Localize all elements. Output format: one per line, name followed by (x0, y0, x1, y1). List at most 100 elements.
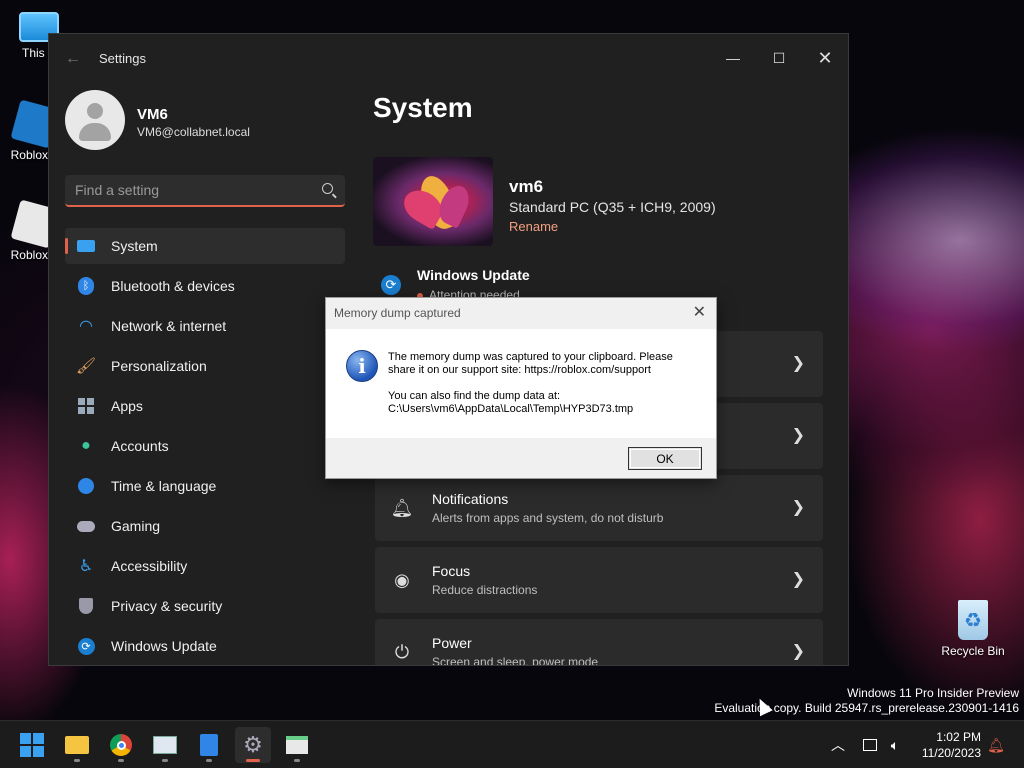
dialog-message-line2: You can also find the dump data at: C:\U… (388, 390, 634, 415)
taskbar-task-manager[interactable] (147, 727, 183, 763)
card-subtitle: Reduce distractions (432, 583, 538, 597)
sidebar-item-bluetooth[interactable]: ᛒ Bluetooth & devices (65, 268, 345, 304)
gamepad-icon (77, 517, 95, 535)
sidebar-item-label: Accounts (111, 438, 169, 454)
search-icon[interactable] (322, 183, 333, 194)
taskbar-chrome[interactable] (103, 727, 139, 763)
wifi-icon: ◠ (79, 318, 93, 335)
chrome-icon (110, 734, 132, 756)
card-title: Power (432, 635, 472, 651)
network-tray-button[interactable] (858, 721, 882, 768)
dialog-close-button[interactable]: ✕ (693, 302, 706, 322)
settings-card-power[interactable]: ⏻ Power Screen and sleep, power mode ❯ (375, 619, 823, 666)
file-explorer-icon (65, 736, 89, 754)
focus-icon: ◉ (394, 569, 410, 590)
sidebar-item-accessibility[interactable]: ♿ Accessibility (65, 548, 345, 584)
card-title: Notifications (432, 491, 509, 507)
windows-update-title[interactable]: Windows Update (417, 267, 530, 283)
sidebar-item-privacy[interactable]: Privacy & security (65, 588, 345, 624)
card-title: Focus (432, 563, 471, 579)
accessibility-icon: ♿ (78, 558, 94, 575)
search-input[interactable] (75, 182, 305, 198)
sidebar-item-network[interactable]: ◠ Network & internet (65, 308, 345, 344)
bell-icon: 🔔︎ (390, 497, 414, 518)
taskbar-app-window[interactable] (279, 727, 315, 763)
bluetooth-icon: ᛒ (77, 277, 95, 295)
back-arrow-icon[interactable]: ← (65, 50, 81, 68)
network-icon (863, 739, 877, 751)
dialog-body: i The memory dump was captured to your c… (326, 329, 716, 438)
minimize-button[interactable]: — (710, 42, 756, 74)
globe-clock-icon (77, 477, 95, 495)
show-hidden-icons-button[interactable]: ︿ (828, 721, 848, 768)
chevron-right-icon: ❯ (791, 355, 805, 372)
maximize-button[interactable]: ☐ (756, 42, 802, 74)
rename-link[interactable]: Rename (509, 219, 558, 234)
close-button[interactable]: ✕ (802, 42, 848, 74)
user-email: VM6@collabnet.local (137, 125, 250, 139)
sidebar-item-label: Time & language (111, 478, 217, 494)
sidebar-item-system[interactable]: System (65, 228, 345, 264)
sidebar-item-gaming[interactable]: Gaming (65, 508, 345, 544)
app-title: Settings (99, 51, 146, 66)
sidebar-item-label: Windows Update (111, 638, 217, 654)
sidebar-item-label: Network & internet (111, 318, 227, 334)
taskbar-file-explorer[interactable] (59, 727, 95, 763)
shield-icon (77, 597, 95, 615)
card-subtitle: Screen and sleep, power mode (432, 655, 599, 666)
taskbar-notepad[interactable] (191, 727, 227, 763)
taskbar: ⚙ ︿ 🔈︎ 1:02 PM 11/20/2023 🔔︎ (0, 720, 1024, 768)
bell-icon: 🔔︎ (987, 736, 1005, 753)
sidebar-item-label: Accessibility (111, 558, 188, 574)
device-name: vm6 (509, 177, 544, 196)
clock-time: 1:02 PM (936, 730, 981, 744)
notepad-icon (200, 734, 218, 756)
desktop-icon-label: Recycle Bin (941, 644, 1005, 658)
sidebar-item-personalization[interactable]: 🖌 Personalization (65, 348, 345, 384)
start-button[interactable] (14, 727, 50, 763)
card-subtitle: Alerts from apps and system, do not dist… (432, 511, 664, 525)
dialog-title: Memory dump captured (334, 306, 461, 320)
person-icon: ● (81, 437, 91, 454)
sidebar-item-apps[interactable]: Apps (65, 388, 345, 424)
settings-card-notifications[interactable]: 🔔︎ Notifications Alerts from apps and sy… (375, 475, 823, 541)
info-icon: i (346, 350, 378, 382)
volume-muted-icon: 🔈︎ (890, 736, 900, 753)
search-box (65, 175, 345, 207)
dialog-message-line1: The memory dump was captured to your cli… (388, 351, 673, 376)
device-model: Standard PC (Q35 + ICH9, 2009) (509, 199, 716, 215)
clock-date: 11/20/2023 (921, 746, 981, 760)
brush-icon: 🖌 (75, 358, 97, 375)
update-icon: ⟳ (77, 637, 95, 655)
volume-tray-button[interactable]: 🔈︎ (884, 721, 906, 768)
task-manager-icon (153, 736, 177, 754)
system-icon (77, 237, 95, 255)
user-name: VM6 (137, 106, 168, 123)
chevron-right-icon: ❯ (791, 499, 805, 516)
start-icon (20, 733, 44, 757)
sidebar-item-label: System (111, 238, 158, 254)
memory-dump-dialog: Memory dump captured ✕ i The memory dump… (325, 297, 717, 479)
sidebar-item-accounts[interactable]: ● Accounts (65, 428, 345, 464)
sidebar-item-label: Bluetooth & devices (111, 278, 235, 294)
power-icon: ⏻ (394, 641, 410, 662)
taskbar-settings[interactable]: ⚙ (235, 727, 271, 763)
recycle-bin-icon: ♻ (958, 600, 988, 640)
chevron-up-icon: ︿ (831, 737, 845, 753)
ok-button[interactable]: OK (628, 447, 702, 470)
chevron-right-icon: ❯ (791, 571, 805, 588)
chevron-right-icon: ❯ (791, 643, 805, 660)
notifications-button[interactable]: 🔔︎ (986, 721, 1006, 768)
sidebar-item-time-language[interactable]: Time & language (65, 468, 345, 504)
page-title: System (373, 92, 473, 123)
settings-card-focus[interactable]: ◉ Focus Reduce distractions ❯ (375, 547, 823, 613)
app-window-icon (286, 736, 308, 754)
windows-update-icon: ⟳ (381, 275, 401, 295)
taskbar-clock[interactable]: 1:02 PM 11/20/2023 (922, 729, 981, 761)
sidebar-item-label: Personalization (111, 358, 207, 374)
avatar[interactable] (65, 90, 125, 150)
desktop-icon-recycle-bin[interactable]: ♻ Recycle Bin (938, 600, 1008, 658)
sidebar-item-label: Privacy & security (111, 598, 223, 614)
apps-icon (77, 397, 95, 415)
sidebar-item-windows-update[interactable]: ⟳ Windows Update (65, 628, 345, 664)
